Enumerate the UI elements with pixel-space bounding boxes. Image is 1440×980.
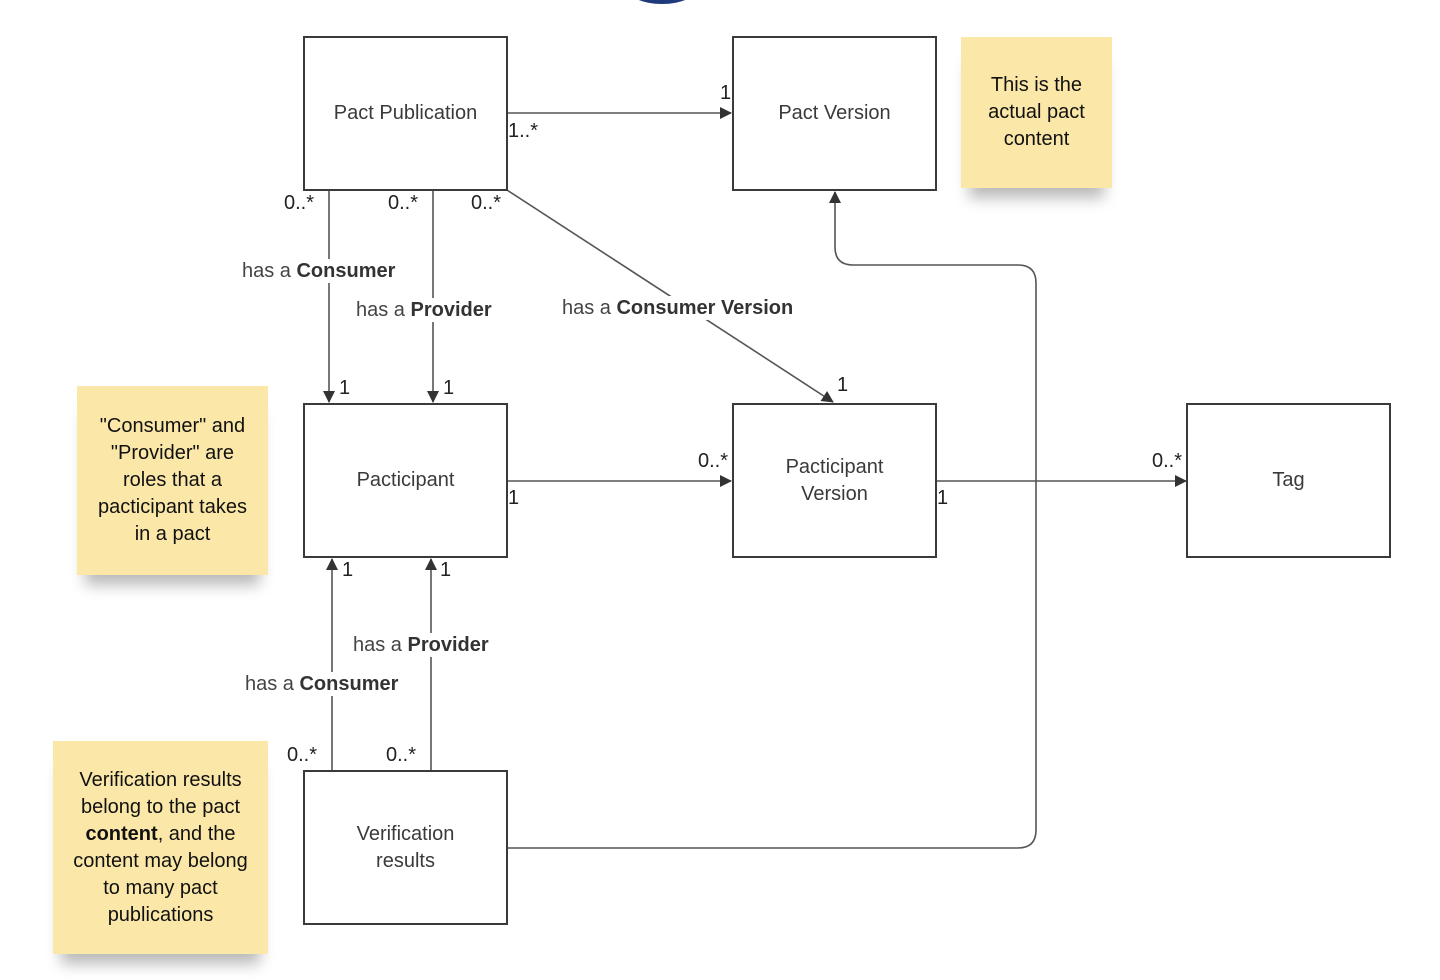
edge-label-verification-provider: has a Provider	[351, 633, 491, 657]
multiplicity: 0..*	[471, 192, 502, 214]
multiplicity: 0..*	[287, 744, 318, 766]
entity-label: Pact Publication	[333, 102, 478, 124]
entity-label: Version	[801, 482, 868, 505]
multiplicity: 1	[342, 559, 354, 581]
entity-pact-publication[interactable]: Pact Publication	[303, 36, 508, 191]
multiplicity: 1	[443, 377, 455, 399]
multiplicity: 1	[937, 487, 949, 509]
entity-tag[interactable]: Tag	[1186, 403, 1391, 558]
entity-label: Verification	[356, 822, 455, 845]
edge-label-role: Consumer	[296, 260, 396, 282]
note-line: roles that a	[123, 469, 222, 491]
note-verification: Verification results belong to the pact …	[53, 741, 268, 954]
edge-label-publication-consumer: has a Consumer	[240, 259, 398, 283]
entity-verification-results[interactable]: Verification results	[303, 770, 508, 925]
note-line: Verification results	[79, 768, 242, 791]
edge-label-prefix: has a	[245, 673, 300, 695]
entity-label: Pacticipant	[785, 455, 884, 478]
entity-participant-version[interactable]: Pacticipant Version	[732, 403, 937, 558]
multiplicity: 1..*	[508, 120, 539, 142]
note-line: content may belong	[73, 849, 248, 872]
note-line: This is the	[990, 74, 1083, 96]
note-line: belong to the pact	[80, 795, 240, 818]
note-line: in a pact	[134, 523, 211, 545]
multiplicity: 0..*	[386, 744, 417, 766]
edge-label-prefix: has a	[242, 260, 297, 282]
entity-participant[interactable]: Pacticipant	[303, 403, 508, 558]
note-text: , and the	[157, 822, 236, 845]
multiplicity: 1	[837, 374, 849, 396]
multiplicity: 1	[440, 559, 452, 581]
note-line: "Consumer" and	[99, 415, 246, 437]
edge-label-prefix: has a	[356, 299, 411, 321]
edge-label-role: Consumer Version	[616, 297, 794, 319]
edge-label-role: Provider	[410, 299, 492, 321]
edge-label-prefix: has a	[562, 297, 617, 319]
edge-label-publication-provider: has a Provider	[354, 298, 494, 322]
entity-label: results	[376, 849, 435, 872]
edge-label-verification-consumer: has a Consumer	[243, 672, 401, 696]
edge-label-role: Consumer	[299, 673, 399, 695]
entity-label: Pacticipant	[356, 469, 455, 491]
multiplicity: 0..*	[388, 192, 419, 214]
multiplicity: 1	[720, 82, 732, 104]
note-line: content	[1003, 128, 1070, 150]
multiplicity: 1	[339, 377, 351, 399]
multiplicity: 0..*	[284, 192, 315, 214]
entity-label: Pact Version	[778, 102, 891, 124]
edge-label-prefix: has a	[353, 634, 408, 656]
entity-label: Tag	[1272, 469, 1305, 491]
note-roles: "Consumer" and "Provider" are roles that…	[77, 386, 268, 575]
edge-label-role: Provider	[407, 634, 489, 656]
note-emphasis: content	[85, 822, 158, 845]
note-line: publications	[107, 903, 214, 926]
entity-pact-version[interactable]: Pact Version	[732, 36, 937, 191]
note-line: actual pact	[988, 101, 1085, 123]
multiplicity: 0..*	[1152, 450, 1183, 472]
note-line: pacticipant takes	[98, 496, 247, 518]
note-line: content, and the	[73, 821, 248, 848]
multiplicity: 0..*	[698, 450, 729, 472]
multiplicity: 1	[508, 487, 520, 509]
edge-label-publication-consumer-version: has a Consumer Version	[560, 296, 796, 320]
note-line: to many pact	[103, 876, 218, 899]
note-line: "Provider" are	[110, 442, 235, 464]
note-pact-content: This is the actual pact content	[961, 37, 1112, 188]
